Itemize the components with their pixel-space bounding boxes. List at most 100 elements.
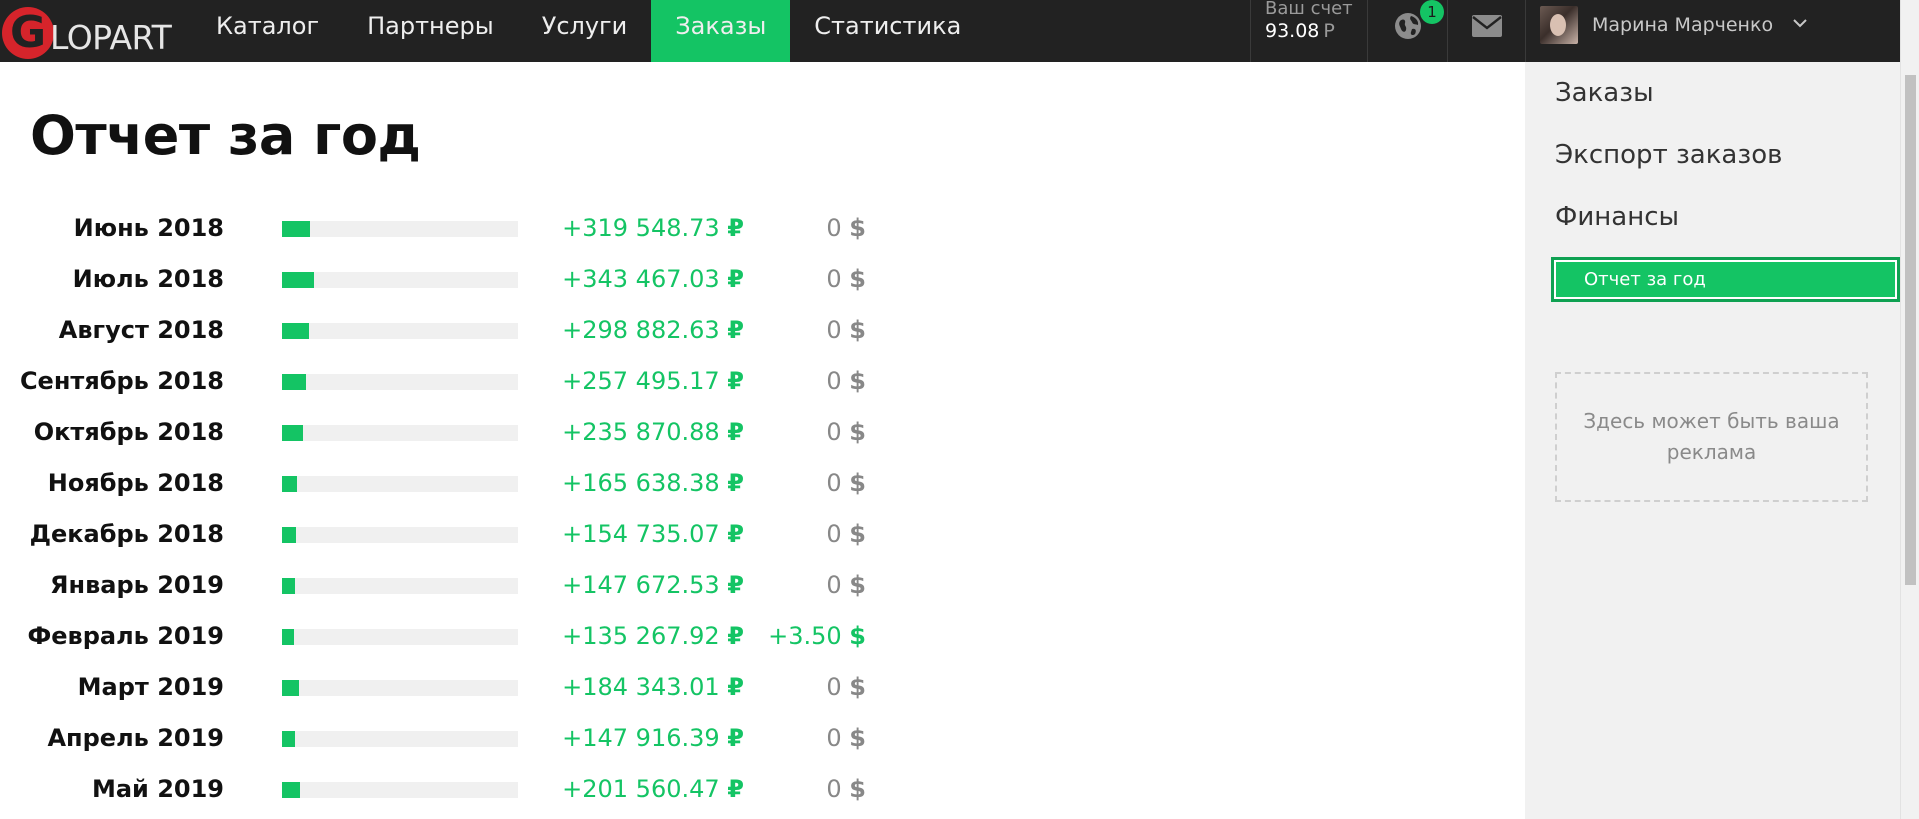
dollar-icon: $: [849, 316, 866, 344]
nav-partners[interactable]: Партнеры: [343, 0, 518, 57]
ad-placeholder[interactable]: Здесь может быть ваша реклама: [1555, 372, 1868, 502]
progress-bar-fill: [282, 476, 298, 492]
row-rub-amount: +135 267.92 ₽: [562, 622, 744, 650]
progress-bar-track: [282, 221, 518, 237]
sidebar-link-orders[interactable]: Заказы: [1555, 78, 1654, 108]
usd-value: +3.50: [768, 622, 842, 650]
rub-value: +135 267.92: [562, 622, 720, 650]
progress-bar-track: [282, 374, 518, 390]
row-rub-amount: +343 467.03 ₽: [562, 265, 744, 293]
report-row: Июнь 2018 +319 548.73 ₽ 0 $: [0, 204, 900, 255]
row-rub-amount: +319 548.73 ₽: [562, 214, 744, 242]
sidebar-link-finance[interactable]: Финансы: [1555, 202, 1679, 232]
dollar-icon: $: [849, 418, 866, 446]
progress-bar-fill: [282, 323, 310, 339]
ruble-icon: ₽: [727, 673, 744, 701]
report-row: Апрель 2019 +147 916.39 ₽0 $: [0, 714, 900, 765]
nav-catalog[interactable]: Каталог: [192, 0, 343, 57]
row-usd-amount: 0 $: [826, 469, 866, 497]
row-month: Март 2019: [77, 673, 224, 701]
rub-value: +343 467.03: [562, 265, 720, 293]
usd-value: 0: [826, 418, 842, 446]
ruble-icon: ₽: [727, 265, 744, 293]
logo-mark: G: [2, 7, 54, 59]
row-usd-amount: 0 $: [826, 724, 866, 752]
nav-services[interactable]: Услуги: [518, 0, 652, 57]
row-rub-amount: +235 870.88 ₽: [562, 418, 744, 446]
row-month: Декабрь 2018: [29, 520, 224, 548]
row-month: Октябрь 2018: [33, 418, 224, 446]
progress-bar-track: [282, 578, 518, 594]
nav-statistics[interactable]: Статистика: [790, 0, 985, 57]
progress-bar-fill: [282, 629, 295, 645]
row-month: Ноябрь 2018: [47, 469, 224, 497]
row-usd-amount: +3.50 $: [768, 622, 866, 650]
row-usd-amount: 0 $: [826, 367, 866, 395]
vertical-scrollbar[interactable]: [1900, 0, 1919, 819]
usd-value: 0: [826, 469, 842, 497]
ruble-icon: ₽: [727, 724, 744, 752]
brand-logo[interactable]: G LOPART: [0, 0, 190, 62]
row-rub-amount: +147 916.39 ₽: [562, 724, 744, 752]
dollar-icon: $: [849, 214, 866, 242]
rub-value: +298 882.63: [562, 316, 720, 344]
dollar-icon: $: [849, 571, 866, 599]
report-row: Июль 2018 +343 467.03 ₽0 $: [0, 255, 900, 306]
row-usd-amount: 0 $: [826, 316, 866, 344]
user-menu[interactable]: Марина Марченко: [1540, 0, 1807, 62]
report-row: Ноябрь 2018 +165 638.38 ₽ 0 $: [0, 459, 900, 510]
globe-icon: [1394, 13, 1421, 39]
account-currency: Р: [1323, 20, 1335, 42]
envelope-icon: [1471, 15, 1502, 37]
nav-orders[interactable]: Заказы: [651, 0, 791, 62]
progress-bar-fill: [282, 425, 304, 441]
report-row: Март 2019 +184 343.01 ₽0 $: [0, 663, 900, 714]
report-row: Август 2018 +298 882.63 ₽0 $: [0, 306, 900, 357]
notification-badge: 1: [1420, 0, 1444, 24]
row-usd-amount: 0 $: [826, 265, 866, 293]
progress-bar-fill: [282, 374, 306, 390]
rub-value: +257 495.17: [562, 367, 720, 395]
ruble-icon: ₽: [727, 367, 744, 395]
report-row: Сентябрь 2018 +257 495.17 ₽0 $: [0, 357, 900, 408]
account-value: 93.08 Р: [1265, 20, 1367, 42]
row-month: Июнь 2018: [73, 214, 224, 242]
account-amount: 93.08: [1265, 20, 1320, 42]
scrollbar-thumb[interactable]: [1905, 75, 1916, 585]
row-rub-amount: +257 495.17 ₽: [562, 367, 744, 395]
ruble-icon: ₽: [727, 622, 744, 650]
progress-bar-fill: [282, 680, 299, 696]
progress-bar-fill: [282, 221, 311, 237]
ruble-icon: ₽: [727, 571, 744, 599]
notifications-button[interactable]: 1: [1368, 0, 1448, 62]
row-month: Июль 2018: [72, 265, 224, 293]
row-usd-amount: 0 $: [826, 214, 866, 242]
progress-bar-track: [282, 323, 518, 339]
row-usd-amount: 0 $: [826, 673, 866, 701]
sidebar-link-export-orders[interactable]: Экспорт заказов: [1555, 140, 1782, 170]
account-label: Ваш счет: [1265, 0, 1353, 19]
usd-value: 0: [826, 724, 842, 752]
progress-bar-fill: [282, 782, 301, 798]
rub-value: +147 916.39: [562, 724, 720, 752]
row-month: Август 2018: [58, 316, 224, 344]
progress-bar-track: [282, 629, 518, 645]
chevron-down-icon: [1793, 19, 1807, 28]
report-row: Январь 2019 +147 672.53 ₽0 $: [0, 561, 900, 612]
ruble-icon: ₽: [727, 469, 744, 497]
ruble-icon: ₽: [727, 520, 744, 548]
account-balance[interactable]: Ваш счет 93.08 Р: [1250, 0, 1368, 62]
dollar-icon: $: [849, 724, 866, 752]
top-navbar: G LOPART Каталог Партнеры Услуги Заказы …: [0, 0, 1900, 62]
sidebar-item-annual-report[interactable]: Отчет за год: [1551, 257, 1900, 302]
rub-value: +319 548.73: [562, 214, 720, 242]
progress-bar-track: [282, 476, 518, 492]
report-row: Октябрь 2018 +235 870.88 ₽ 0 $: [0, 408, 900, 459]
row-rub-amount: +165 638.38 ₽: [562, 469, 744, 497]
row-usd-amount: 0 $: [826, 418, 866, 446]
row-usd-amount: 0 $: [826, 775, 866, 803]
messages-button[interactable]: [1448, 0, 1526, 62]
avatar: [1540, 6, 1578, 44]
progress-bar-fill: [282, 272, 314, 288]
usd-value: 0: [826, 775, 842, 803]
